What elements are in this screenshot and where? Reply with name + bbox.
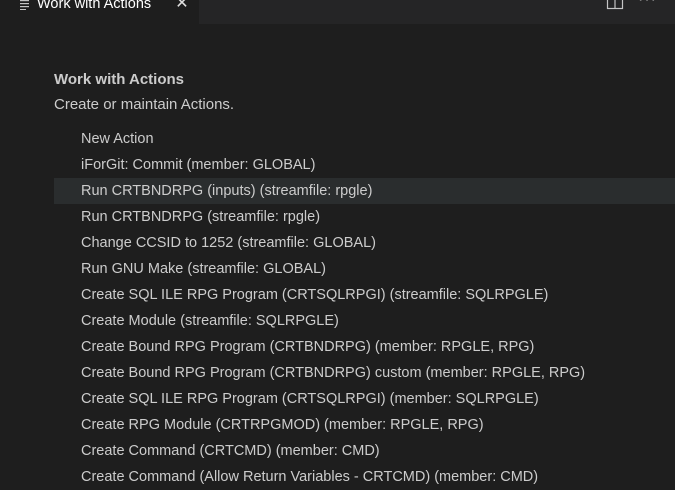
- page-subtitle: Create or maintain Actions.: [54, 96, 235, 113]
- new-action-item[interactable]: New Action: [54, 126, 675, 152]
- action-item[interactable]: Change CCSID to 1252 (streamfile: GLOBAL…: [54, 230, 675, 256]
- action-item[interactable]: iForGit: Commit (member: GLOBAL): [54, 152, 675, 178]
- action-item[interactable]: Create RPG Module (CRTRPGMOD) (member: R…: [54, 412, 675, 438]
- more-actions-icon[interactable]: ···: [638, 0, 656, 8]
- editor-tab-bar: Work with Actions ✕ ···: [0, 0, 675, 24]
- tab-label: Work with Actions: [37, 0, 152, 12]
- action-item[interactable]: Run CRTBNDRPG (streamfile: rpgle): [54, 204, 675, 230]
- tab-work-with-actions[interactable]: Work with Actions ✕: [0, 0, 199, 24]
- action-item[interactable]: Create Command (CRTCMD) (member: CMD): [54, 438, 675, 464]
- action-item[interactable]: Create SQL ILE RPG Program (CRTSQLRPGI) …: [54, 386, 675, 412]
- split-editor-icon[interactable]: [606, 0, 624, 10]
- action-item[interactable]: Create Bound RPG Program (CRTBNDRPG) (me…: [54, 334, 675, 360]
- action-list: New Action iForGit: Commit (member: GLOB…: [54, 126, 675, 490]
- action-item[interactable]: Create SQL ILE RPG Program (CRTSQLRPGI) …: [54, 282, 675, 308]
- page-title: Work with Actions: [54, 71, 185, 88]
- action-item[interactable]: Run GNU Make (streamfile: GLOBAL): [54, 256, 675, 282]
- action-item[interactable]: Create Command (Allow Return Variables -…: [54, 464, 675, 490]
- action-item[interactable]: Create Bound RPG Program (CRTBNDRPG) cus…: [54, 360, 675, 386]
- action-item[interactable]: Create Module (streamfile: SQLRPGLE): [54, 308, 675, 334]
- action-item-selected[interactable]: Run CRTBNDRPG (inputs) (streamfile: rpgl…: [54, 178, 675, 204]
- close-icon[interactable]: ✕: [174, 0, 190, 12]
- preview-icon: [20, 0, 29, 10]
- editor-content: Work with Actions Create or maintain Act…: [0, 24, 675, 485]
